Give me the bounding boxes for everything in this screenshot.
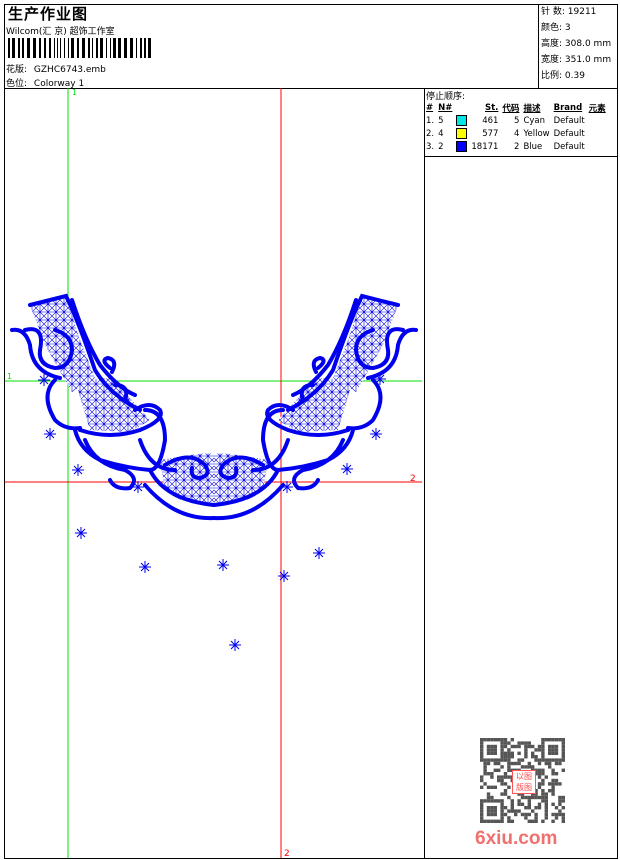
star-motif [43, 427, 57, 441]
star-motif [138, 560, 152, 574]
star-motif [280, 480, 294, 494]
production-worksheet: 生产作业图 Wilcom(汇 京) 超饰工作室 花版: GZHC6743.emb… [0, 0, 620, 860]
guide-2-bottom-label: 2 [284, 849, 290, 859]
star-motif [216, 558, 230, 572]
design-canvas: 1 1 2 2 [5, 88, 422, 859]
guide-2-right-label: 2 [410, 474, 416, 484]
star-motif [228, 638, 242, 652]
star-motif [340, 462, 354, 476]
star-motif [71, 463, 85, 477]
guide-1-left-label: 1 [7, 372, 12, 381]
star-motif [312, 546, 326, 560]
star-motif [277, 569, 291, 583]
star-motif [74, 526, 88, 540]
site-logo: 6xiu.com [475, 828, 558, 849]
star-motif [369, 427, 383, 441]
stamp-logo: 以图 版图 [512, 770, 536, 794]
embroidery-design [10, 294, 418, 521]
design-right-half [212, 294, 418, 521]
guide-1-top-label: 1 [72, 88, 77, 97]
design-left-half [10, 294, 216, 521]
